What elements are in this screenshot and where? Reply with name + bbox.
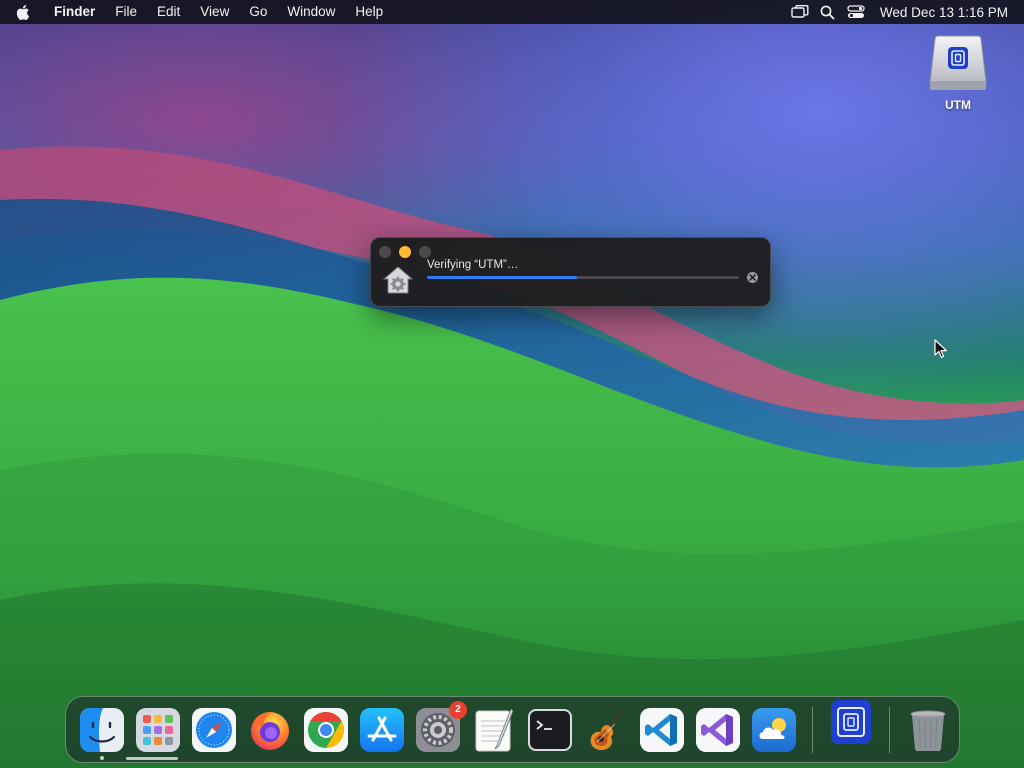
firefox-icon bbox=[251, 711, 289, 750]
textedit-icon bbox=[475, 707, 514, 751]
progress-bar-fill bbox=[427, 276, 577, 279]
safari-icon bbox=[192, 707, 236, 752]
dock-safari[interactable] bbox=[191, 707, 237, 753]
minimize-icon[interactable] bbox=[399, 246, 411, 258]
verifying-progress-window[interactable]: Verifying “UTM”… bbox=[370, 237, 771, 307]
core-services-icon bbox=[382, 266, 414, 294]
progress-bar bbox=[427, 276, 739, 279]
menu-app-name[interactable]: Finder bbox=[44, 0, 105, 24]
finder-icon bbox=[80, 707, 124, 752]
utm-icon bbox=[831, 699, 871, 744]
dock-app-store[interactable] bbox=[359, 707, 405, 753]
zoom-icon[interactable] bbox=[419, 246, 431, 258]
garageband-icon bbox=[590, 708, 623, 750]
desktop-icon-utm[interactable]: UTM bbox=[922, 32, 994, 112]
terminal-icon bbox=[528, 708, 572, 751]
menu-view[interactable]: View bbox=[190, 0, 239, 24]
dock-garageband[interactable] bbox=[583, 707, 629, 753]
search-icon[interactable] bbox=[814, 0, 842, 24]
dock-separator bbox=[812, 706, 813, 753]
chrome-icon bbox=[304, 707, 348, 752]
dock-scroll-indicator bbox=[126, 757, 178, 760]
notification-badge: 2 bbox=[449, 700, 467, 719]
menu-go[interactable]: Go bbox=[239, 0, 277, 24]
window-controls bbox=[379, 246, 431, 258]
progress-title: Verifying “UTM”… bbox=[427, 259, 519, 271]
apple-menu-icon[interactable] bbox=[0, 0, 44, 24]
menu-file[interactable]: File bbox=[105, 0, 147, 24]
control-center-icon[interactable] bbox=[842, 0, 870, 24]
dock-weather[interactable] bbox=[751, 707, 797, 753]
launchpad-icon bbox=[136, 707, 180, 752]
dock-terminal[interactable] bbox=[527, 707, 573, 753]
dock-system-settings[interactable]: 2 bbox=[415, 700, 467, 753]
dock-launchpad[interactable] bbox=[135, 707, 181, 753]
desktop-wallpaper bbox=[0, 0, 1024, 768]
wallpaper-waves bbox=[0, 146, 1024, 768]
dock-chrome[interactable] bbox=[303, 707, 349, 753]
cancel-icon[interactable] bbox=[747, 272, 758, 283]
visual-studio-icon bbox=[696, 707, 740, 752]
menu-edit[interactable]: Edit bbox=[147, 0, 190, 24]
dock-textedit[interactable] bbox=[471, 707, 517, 753]
dock-vscode[interactable] bbox=[639, 707, 685, 753]
dock-visual-studio[interactable] bbox=[695, 707, 741, 753]
trash-icon bbox=[910, 710, 946, 751]
close-icon[interactable] bbox=[379, 246, 391, 258]
dock-firefox[interactable] bbox=[247, 707, 293, 753]
desktop-icon-label: UTM bbox=[945, 98, 971, 112]
app-store-icon bbox=[360, 707, 404, 752]
screen-mirroring-icon[interactable] bbox=[786, 0, 814, 24]
dock: 2 bbox=[65, 696, 960, 763]
dock-utm[interactable] bbox=[828, 699, 874, 753]
utm-drive-icon bbox=[928, 32, 988, 94]
running-indicator bbox=[100, 755, 104, 760]
mouse-cursor-icon bbox=[934, 339, 948, 364]
weather-icon bbox=[752, 707, 796, 752]
menu-help[interactable]: Help bbox=[345, 0, 393, 24]
menu-clock[interactable]: Wed Dec 13 1:16 PM bbox=[880, 5, 1008, 20]
menu-window[interactable]: Window bbox=[277, 0, 345, 24]
vscode-icon bbox=[640, 707, 684, 752]
menu-bar: Finder File Edit View Go Window Help Wed… bbox=[0, 0, 1024, 24]
dock-trash[interactable] bbox=[905, 707, 951, 753]
dock-separator bbox=[889, 706, 890, 753]
dock-finder[interactable] bbox=[79, 707, 125, 760]
